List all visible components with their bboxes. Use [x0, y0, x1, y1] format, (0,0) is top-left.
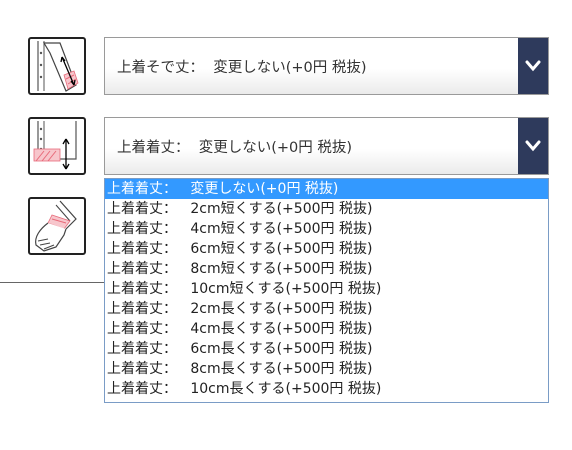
dropdown-option[interactable]: 上着着丈： 変更しない(+0円 税抜): [105, 179, 548, 199]
dropdown-option[interactable]: 上着着丈： 2cm長くする(+500円 税抜): [105, 299, 548, 319]
dropdown-option[interactable]: 上着着丈： 8cm短くする(+500円 税抜): [105, 259, 548, 279]
dropdown-option[interactable]: 上着着丈： 10cm短くする(+500円 税抜): [105, 279, 548, 299]
dropdown-option[interactable]: 上着着丈： 2cm短くする(+500円 税抜): [105, 199, 548, 219]
wrist-measure-icon: [28, 197, 86, 255]
chevron-down-icon[interactable]: [518, 38, 548, 94]
jacket-length-select-value: 上着着丈： 変更しない(+0円 税抜): [117, 139, 353, 156]
dropdown-option[interactable]: 上着着丈： 6cm長くする(+500円 税抜): [105, 339, 548, 359]
dropdown-option[interactable]: 上着着丈： 4cm短くする(+500円 税抜): [105, 219, 548, 239]
sleeve-length-select-value: 上着そで丈： 変更しない(+0円 税抜): [117, 59, 367, 76]
jacket-length-dropdown-list[interactable]: 上着着丈： 変更しない(+0円 税抜) 上着着丈： 2cm短くする(+500円 …: [104, 178, 549, 403]
chevron-down-icon[interactable]: [518, 118, 548, 174]
dropdown-option[interactable]: 上着着丈： 4cm長くする(+500円 税抜): [105, 319, 548, 339]
dropdown-option[interactable]: 上着着丈： 10cm長くする(+500円 税抜): [105, 379, 548, 399]
sleeve-length-icon: [28, 37, 86, 95]
sleeve-length-select[interactable]: 上着そで丈： 変更しない(+0円 税抜): [104, 37, 549, 95]
dropdown-option[interactable]: 上着着丈： 6cm短くする(+500円 税抜): [105, 239, 548, 259]
jacket-length-select[interactable]: 上着着丈： 変更しない(+0円 税抜): [104, 117, 549, 175]
section-divider: [0, 282, 104, 283]
jacket-length-icon: [28, 117, 86, 175]
dropdown-option[interactable]: 上着着丈： 8cm長くする(+500円 税抜): [105, 359, 548, 379]
